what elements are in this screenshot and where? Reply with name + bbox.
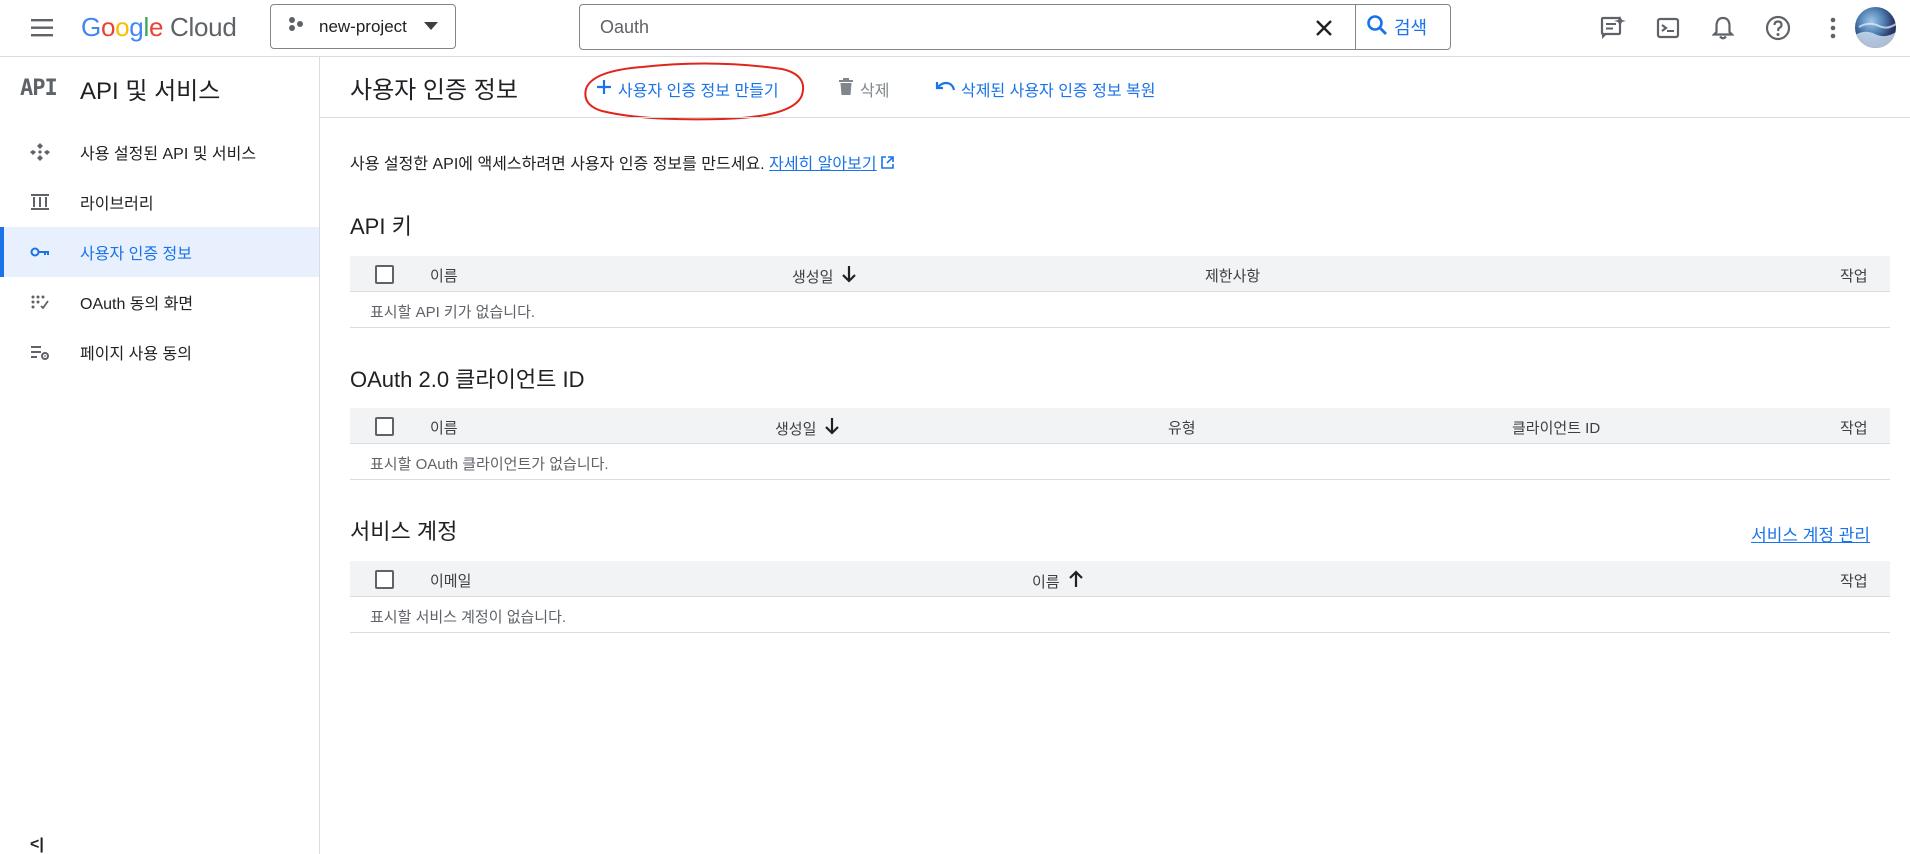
empty-message: 표시할 API 키가 없습니다. [370,304,536,321]
account-avatar[interactable] [1855,7,1896,48]
learn-more-link[interactable]: 자세히 알아보기 [769,156,877,173]
empty-row: 표시할 API 키가 없습니다. [350,292,1890,328]
cloud-shell-icon[interactable] [1640,11,1695,45]
notifications-bell-icon[interactable] [1695,11,1750,45]
google-cloud-logo[interactable]: Google Cloud [81,12,237,43]
sidebar-item-credentials[interactable]: 사용자 인증 정보 [0,227,319,277]
settings-list-icon [30,342,50,362]
sidebar-item-label: 사용자 인증 정보 [80,246,192,263]
restore-deleted-credentials-button[interactable]: 삭제된 사용자 인증 정보 복원 [935,77,1155,101]
help-icon[interactable] [1750,11,1805,45]
intro-text: 사용 설정한 API에 액세스하려면 사용자 인증 정보를 만드세요. 자세히 … [350,150,894,174]
restore-label: 삭제된 사용자 인증 정보 복원 [961,83,1156,100]
empty-row: 표시할 OAuth 클라이언트가 없습니다. [350,444,1890,480]
search-icon [1366,14,1388,41]
delete-label: 삭제 [860,83,890,100]
column-email[interactable]: 이메일 [430,570,471,591]
clear-search-icon[interactable] [1310,14,1338,42]
delete-button[interactable]: 삭제 [838,77,889,101]
key-icon [30,242,50,262]
page-title: 사용자 인증 정보 [350,77,518,104]
manage-service-accounts-link[interactable]: 서비스 계정 관리 [1751,521,1870,546]
project-hub-icon [287,15,305,38]
select-all-checkbox[interactable] [375,265,394,284]
sidebar-item-label: 페이지 사용 동의 [80,346,192,363]
chevron-down-icon [423,18,439,36]
select-all-checkbox[interactable] [375,417,394,436]
column-actions: 작업 [1840,268,1868,285]
sort-down-arrow-icon [841,265,857,287]
column-actions: 작업 [1840,420,1868,437]
column-name[interactable]: 이름 [1032,570,1084,592]
api-keys-table: 이름 생성일 제한사항 작업 표시할 API 키가 없습니다. [350,256,1890,328]
sidebar-item-library[interactable]: 라이브러리 [0,177,319,227]
main-menu-icon[interactable] [28,16,58,40]
search-bar: 검색 [579,4,1451,50]
oauth-dots-icon [30,292,50,312]
logo-google-text: Google [81,12,164,42]
empty-message: 표시할 서비스 계정이 없습니다. [370,609,567,626]
column-client-id[interactable]: 클라이언트 ID [1512,417,1600,438]
column-name[interactable]: 이름 [430,417,458,438]
sidebar-title: API 및 서비스 [80,78,221,105]
header-divider [320,117,1910,118]
search-button-label: 검색 [1394,18,1428,38]
sort-up-arrow-icon [1068,570,1084,592]
page-header: 사용자 인증 정보 사용자 인증 정보 만들기 삭제 삭제된 사용자 인증 정보… [320,57,1910,121]
service-accounts-table: 이메일 이름 작업 표시할 서비스 계정이 없습니다. [350,561,1890,633]
column-created[interactable]: 생성일 [775,417,840,439]
more-vert-icon[interactable] [1805,11,1860,45]
undo-icon [935,80,956,99]
column-created[interactable]: 생성일 [792,265,857,287]
empty-message: 표시할 OAuth 클라이언트가 없습니다. [370,456,609,473]
project-name: new-project [319,16,407,36]
sidebar-header: API API 및 서비스 [20,71,220,106]
service-accounts-title: 서비스 계정 [350,519,458,544]
project-selector-button[interactable]: new-project [270,4,456,49]
column-actions: 작업 [1840,573,1868,590]
top-icons [1585,11,1860,45]
search-divider [1355,5,1356,49]
oauth-clients-table: 이름 생성일 유형 클라이언트 ID 작업 표시할 OAuth 클라이언트가 없… [350,408,1890,480]
feedback-icon[interactable] [1585,11,1640,45]
api-logo-icon: API [20,76,58,101]
column-type[interactable]: 유형 [1168,417,1196,438]
sidebar-item-label: 사용 설정된 API 및 서비스 [80,146,257,163]
sidebar-item-label: 라이브러리 [80,196,154,213]
sidebar: API API 및 서비스 사용 설정된 API 및 서비스 라이브러리 사용자… [0,57,320,854]
oauth-clients-title: OAuth 2.0 클라이언트 ID [350,367,585,392]
external-link-icon [881,156,894,173]
api-diamond-icon [30,142,50,162]
create-credentials-label: 사용자 인증 정보 만들기 [618,83,779,100]
select-all-checkbox[interactable] [375,570,394,589]
intro-message: 사용 설정한 API에 액세스하려면 사용자 인증 정보를 만드세요. [350,156,765,173]
table-header-row: 이름 생성일 유형 클라이언트 ID 작업 [350,408,1890,444]
sidebar-item-enabled-apis[interactable]: 사용 설정된 API 및 서비스 [0,127,319,177]
table-header-row: 이메일 이름 작업 [350,561,1890,597]
sidebar-item-label: OAuth 동의 화면 [80,296,194,313]
table-header-row: 이름 생성일 제한사항 작업 [350,256,1890,292]
column-restrictions[interactable]: 제한사항 [1205,265,1260,286]
search-input[interactable] [580,16,1285,38]
library-icon [30,192,50,212]
sort-down-arrow-icon [824,417,840,439]
trash-icon [838,77,854,101]
sidebar-nav: 사용 설정된 API 및 서비스 라이브러리 사용자 인증 정보 OAuth 동… [0,127,319,377]
sidebar-item-page-usage-agreement[interactable]: 페이지 사용 동의 [0,327,319,377]
plus-icon [596,79,612,100]
top-bar: Google Cloud new-project 검색 [0,0,1910,57]
create-credentials-button[interactable]: 사용자 인증 정보 만들기 [596,77,779,101]
collapse-sidebar-icon[interactable]: <| [30,836,44,854]
search-button[interactable]: 검색 [1366,11,1427,43]
sidebar-item-oauth-consent[interactable]: OAuth 동의 화면 [0,277,319,327]
column-name[interactable]: 이름 [430,265,458,286]
empty-row: 표시할 서비스 계정이 없습니다. [350,597,1890,633]
api-keys-title: API 키 [350,214,412,239]
logo-cloud-text: Cloud [170,12,237,42]
